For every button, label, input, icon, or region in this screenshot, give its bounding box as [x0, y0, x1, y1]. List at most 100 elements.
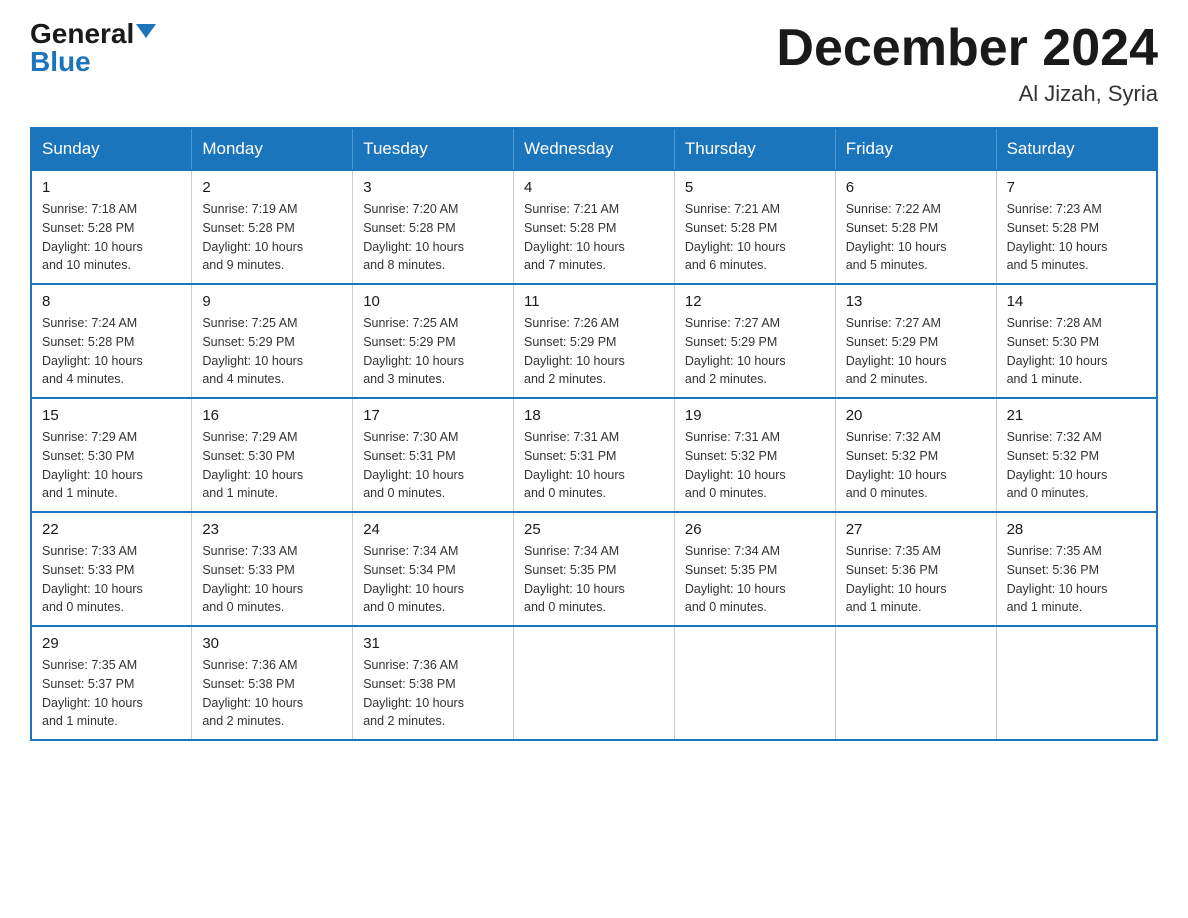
day-number: 3 [363, 179, 503, 196]
weekday-header-monday: Monday [192, 128, 353, 170]
day-info: Sunrise: 7:21 AMSunset: 5:28 PMDaylight:… [685, 200, 825, 275]
calendar-cell [835, 626, 996, 740]
calendar-week-row: 15 Sunrise: 7:29 AMSunset: 5:30 PMDayligh… [31, 398, 1157, 512]
day-info: Sunrise: 7:18 AMSunset: 5:28 PMDaylight:… [42, 200, 181, 275]
weekday-header-saturday: Saturday [996, 128, 1157, 170]
logo-blue-text: Blue [30, 48, 91, 76]
calendar-cell: 15 Sunrise: 7:29 AMSunset: 5:30 PMDayligh… [31, 398, 192, 512]
calendar-cell: 20Sunrise: 7:32 AMSunset: 5:32 PMDayligh… [835, 398, 996, 512]
day-number: 18 [524, 407, 664, 424]
day-number: 16 [202, 407, 342, 424]
day-info: Sunrise: 7:34 AMSunset: 5:35 PMDaylight:… [524, 542, 664, 617]
calendar-week-row: 29 Sunrise: 7:35 AMSunset: 5:37 PMDayligh… [31, 626, 1157, 740]
calendar-cell: 3Sunrise: 7:20 AMSunset: 5:28 PMDaylight… [353, 170, 514, 284]
calendar-cell: 6Sunrise: 7:22 AMSunset: 5:28 PMDaylight… [835, 170, 996, 284]
day-info: Sunrise: 7:26 AMSunset: 5:29 PMDaylight:… [524, 314, 664, 389]
day-info: Sunrise: 7:25 AMSunset: 5:29 PMDaylight:… [363, 314, 503, 389]
weekday-header-friday: Friday [835, 128, 996, 170]
calendar-table: SundayMondayTuesdayWednesdayThursdayFrid… [30, 127, 1158, 741]
day-number: 30 [202, 635, 342, 652]
calendar-cell: 23 Sunrise: 7:33 AMSunset: 5:33 PMDayligh… [192, 512, 353, 626]
day-number: 6 [846, 179, 986, 196]
day-number: 9 [202, 293, 342, 310]
calendar-cell: 10 Sunrise: 7:25 AMSunset: 5:29 PMDayligh… [353, 284, 514, 398]
day-info: Sunrise: 7:29 AMSunset: 5:30 PMDaylight:… [202, 428, 342, 503]
weekday-header-sunday: Sunday [31, 128, 192, 170]
calendar-cell: 21 Sunrise: 7:32 AMSunset: 5:32 PMDayligh… [996, 398, 1157, 512]
day-info: Sunrise: 7:31 AMSunset: 5:32 PMDaylight:… [685, 428, 825, 503]
day-number: 26 [685, 521, 825, 538]
day-info: Sunrise: 7:19 AMSunset: 5:28 PMDaylight:… [202, 200, 342, 275]
calendar-cell: 24 Sunrise: 7:34 AMSunset: 5:34 PMDayligh… [353, 512, 514, 626]
calendar-cell: 13Sunrise: 7:27 AMSunset: 5:29 PMDayligh… [835, 284, 996, 398]
day-number: 23 [202, 521, 342, 538]
day-number: 24 [363, 521, 503, 538]
day-number: 27 [846, 521, 986, 538]
calendar-cell: 19 Sunrise: 7:31 AMSunset: 5:32 PMDayligh… [674, 398, 835, 512]
day-number: 31 [363, 635, 503, 652]
calendar-cell: 5 Sunrise: 7:21 AMSunset: 5:28 PMDaylight… [674, 170, 835, 284]
logo-triangle-icon [136, 24, 156, 38]
day-number: 11 [524, 293, 664, 310]
day-number: 1 [42, 179, 181, 196]
day-info: Sunrise: 7:23 AMSunset: 5:28 PMDaylight:… [1007, 200, 1146, 275]
calendar-cell: 8 Sunrise: 7:24 AMSunset: 5:28 PMDaylight… [31, 284, 192, 398]
day-info: Sunrise: 7:32 AMSunset: 5:32 PMDaylight:… [846, 428, 986, 503]
day-number: 15 [42, 407, 181, 424]
day-info: Sunrise: 7:28 AMSunset: 5:30 PMDaylight:… [1007, 314, 1146, 389]
calendar-week-row: 1 Sunrise: 7:18 AMSunset: 5:28 PMDaylight… [31, 170, 1157, 284]
calendar-cell [514, 626, 675, 740]
calendar-cell: 12Sunrise: 7:27 AMSunset: 5:29 PMDayligh… [674, 284, 835, 398]
day-number: 8 [42, 293, 181, 310]
weekday-header-row: SundayMondayTuesdayWednesdayThursdayFrid… [31, 128, 1157, 170]
day-info: Sunrise: 7:31 AMSunset: 5:31 PMDaylight:… [524, 428, 664, 503]
day-number: 5 [685, 179, 825, 196]
day-info: Sunrise: 7:36 AMSunset: 5:38 PMDaylight:… [202, 656, 342, 731]
calendar-cell: 29 Sunrise: 7:35 AMSunset: 5:37 PMDayligh… [31, 626, 192, 740]
day-info: Sunrise: 7:27 AMSunset: 5:29 PMDaylight:… [685, 314, 825, 389]
day-number: 22 [42, 521, 181, 538]
day-info: Sunrise: 7:36 AMSunset: 5:38 PMDaylight:… [363, 656, 503, 731]
day-number: 28 [1007, 521, 1146, 538]
calendar-cell: 26Sunrise: 7:34 AMSunset: 5:35 PMDayligh… [674, 512, 835, 626]
day-number: 2 [202, 179, 342, 196]
calendar-week-row: 8 Sunrise: 7:24 AMSunset: 5:28 PMDaylight… [31, 284, 1157, 398]
calendar-cell: 14 Sunrise: 7:28 AMSunset: 5:30 PMDayligh… [996, 284, 1157, 398]
calendar-cell: 17Sunrise: 7:30 AMSunset: 5:31 PMDayligh… [353, 398, 514, 512]
day-number: 4 [524, 179, 664, 196]
calendar-cell: 27Sunrise: 7:35 AMSunset: 5:36 PMDayligh… [835, 512, 996, 626]
day-info: Sunrise: 7:21 AMSunset: 5:28 PMDaylight:… [524, 200, 664, 275]
day-number: 10 [363, 293, 503, 310]
calendar-subtitle: Al Jizah, Syria [776, 81, 1158, 107]
day-info: Sunrise: 7:32 AMSunset: 5:32 PMDaylight:… [1007, 428, 1146, 503]
calendar-cell [674, 626, 835, 740]
day-info: Sunrise: 7:30 AMSunset: 5:31 PMDaylight:… [363, 428, 503, 503]
calendar-cell: 7 Sunrise: 7:23 AMSunset: 5:28 PMDaylight… [996, 170, 1157, 284]
day-info: Sunrise: 7:25 AMSunset: 5:29 PMDaylight:… [202, 314, 342, 389]
calendar-cell: 28Sunrise: 7:35 AMSunset: 5:36 PMDayligh… [996, 512, 1157, 626]
day-number: 21 [1007, 407, 1146, 424]
calendar-cell: 2 Sunrise: 7:19 AMSunset: 5:28 PMDaylight… [192, 170, 353, 284]
day-number: 14 [1007, 293, 1146, 310]
weekday-header-tuesday: Tuesday [353, 128, 514, 170]
calendar-cell: 25 Sunrise: 7:34 AMSunset: 5:35 PMDayligh… [514, 512, 675, 626]
calendar-cell: 30 Sunrise: 7:36 AMSunset: 5:38 PMDayligh… [192, 626, 353, 740]
day-info: Sunrise: 7:33 AMSunset: 5:33 PMDaylight:… [202, 542, 342, 617]
day-number: 19 [685, 407, 825, 424]
day-number: 25 [524, 521, 664, 538]
day-info: Sunrise: 7:35 AMSunset: 5:37 PMDaylight:… [42, 656, 181, 731]
day-number: 29 [42, 635, 181, 652]
calendar-cell: 11 Sunrise: 7:26 AMSunset: 5:29 PMDayligh… [514, 284, 675, 398]
day-info: Sunrise: 7:33 AMSunset: 5:33 PMDaylight:… [42, 542, 181, 617]
logo: General Blue [30, 20, 156, 76]
page-header: General Blue December 2024 Al Jizah, Syr… [30, 20, 1158, 107]
weekday-header-wednesday: Wednesday [514, 128, 675, 170]
day-info: Sunrise: 7:24 AMSunset: 5:28 PMDaylight:… [42, 314, 181, 389]
calendar-cell: 22 Sunrise: 7:33 AMSunset: 5:33 PMDayligh… [31, 512, 192, 626]
calendar-week-row: 22 Sunrise: 7:33 AMSunset: 5:33 PMDayligh… [31, 512, 1157, 626]
day-number: 7 [1007, 179, 1146, 196]
day-number: 13 [846, 293, 986, 310]
day-info: Sunrise: 7:29 AMSunset: 5:30 PMDaylight:… [42, 428, 181, 503]
weekday-header-thursday: Thursday [674, 128, 835, 170]
day-info: Sunrise: 7:34 AMSunset: 5:34 PMDaylight:… [363, 542, 503, 617]
